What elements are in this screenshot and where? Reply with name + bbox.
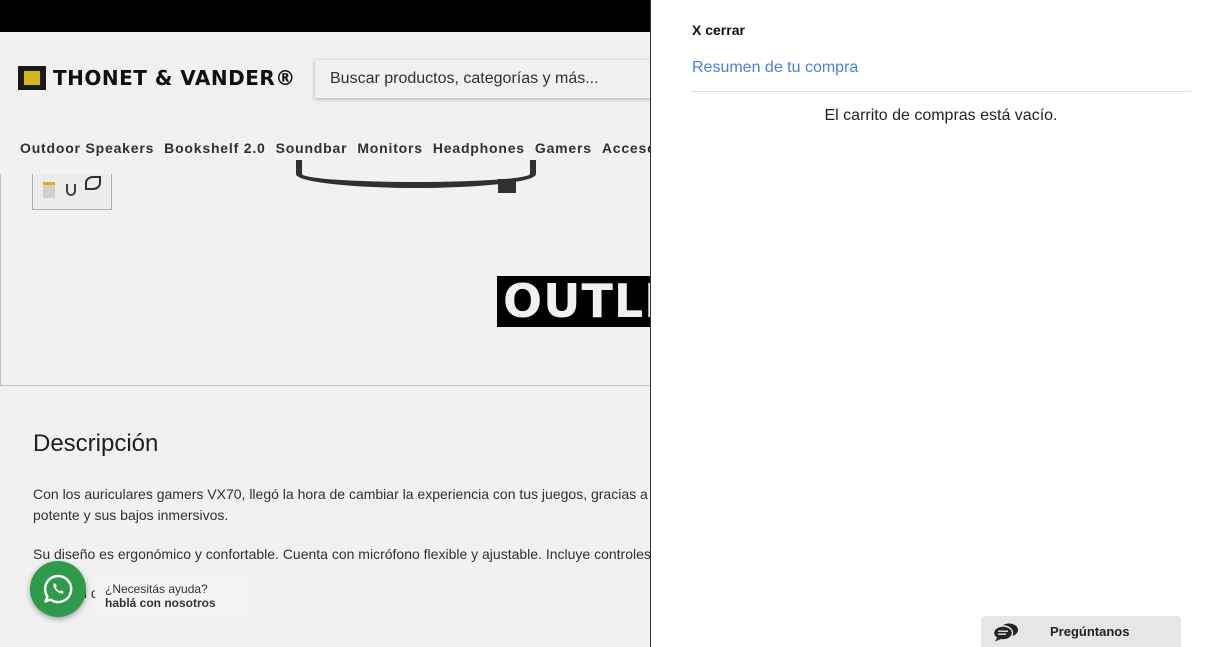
ask-us-label: Pregúntanos	[1050, 624, 1130, 639]
page-dim-overlay[interactable]	[0, 0, 650, 647]
empty-cart-message: El carrito de compras está vacío.	[824, 107, 1058, 124]
whatsapp-button[interactable]	[30, 561, 86, 617]
help-text-bold: hablá con nosotros	[105, 596, 216, 610]
cart-drawer: X cerrar Resumen de tu compra El carrito…	[650, 0, 1230, 647]
purchase-summary-link[interactable]: Resumen de tu compra	[692, 59, 858, 77]
whatsapp-icon	[43, 574, 73, 604]
close-button[interactable]: X cerrar	[692, 22, 745, 38]
chat-bubbles-icon	[993, 623, 1018, 641]
divider	[691, 91, 1191, 92]
help-bubble[interactable]: ¿Necesitás ayuda? hablá con nosotros	[95, 576, 249, 616]
help-text: ¿Necesitás ayuda?	[105, 582, 208, 596]
ask-us-chat-button[interactable]: Pregúntanos	[981, 616, 1181, 647]
